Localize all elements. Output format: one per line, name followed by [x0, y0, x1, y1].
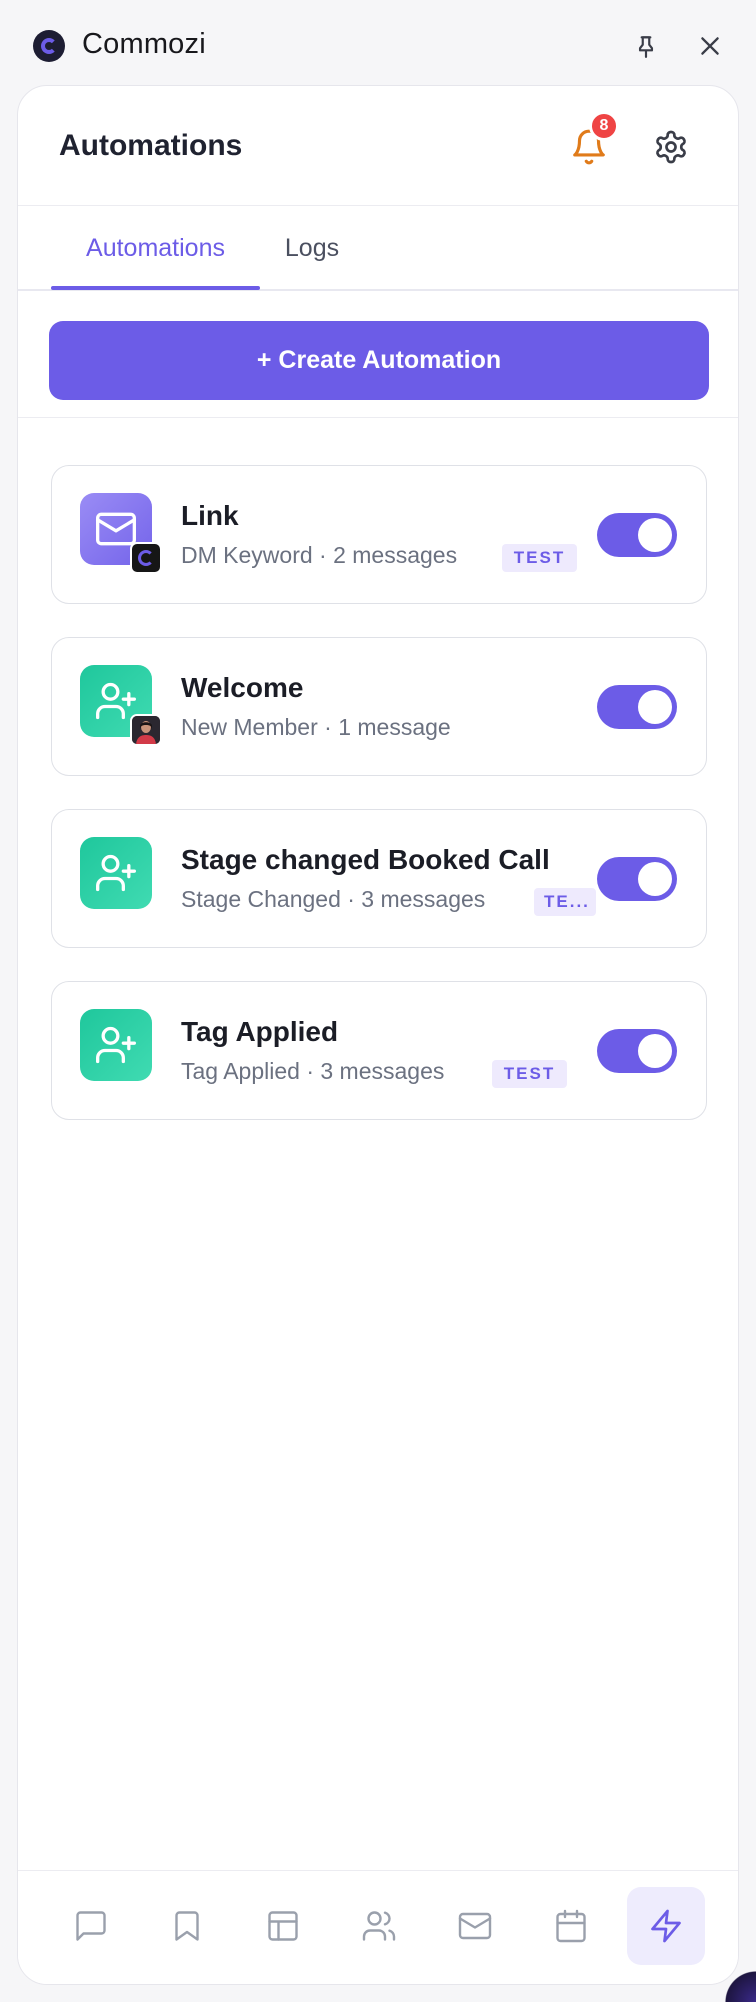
user-plus-icon — [96, 1026, 136, 1064]
test-badge: TE... — [534, 888, 596, 916]
tab-bar: Automations Logs — [18, 206, 738, 291]
bottom-nav — [18, 1870, 738, 1984]
pin-icon — [638, 36, 654, 58]
nav-layout[interactable] — [244, 1887, 322, 1965]
panel-header: Automations 8 — [18, 86, 738, 206]
page-title: Automations — [59, 129, 243, 162]
gear-icon — [656, 130, 686, 164]
enabled-toggle[interactable] — [597, 857, 677, 901]
automation-subtitle: Tag Applied · 3 messages — [181, 1058, 445, 1084]
app-window: Commozi Automations 8 Automations Logs +… — [0, 0, 756, 2002]
settings-button[interactable] — [646, 122, 696, 172]
bookmark-icon — [175, 1911, 199, 1941]
automation-type-icon — [80, 1009, 152, 1081]
create-automation-button[interactable]: + Create Automation — [49, 321, 709, 400]
tab-logs[interactable]: Logs — [268, 206, 356, 291]
nav-chat[interactable] — [52, 1887, 130, 1965]
enabled-toggle[interactable] — [597, 685, 677, 729]
automation-title: Link — [181, 500, 239, 531]
automation-card-stage-changed[interactable]: Stage changed Booked Call Stage Changed … — [51, 809, 707, 948]
nav-bookmarks[interactable] — [148, 1887, 226, 1965]
test-badge: TEST — [492, 1060, 567, 1088]
pin-button[interactable] — [628, 28, 664, 64]
automation-card-link[interactable]: Link DM Keyword · 2 messages TEST — [51, 465, 707, 604]
notification-count-badge: 8 — [589, 111, 619, 141]
layout-icon — [268, 1911, 298, 1941]
lightning-icon — [651, 1909, 681, 1943]
nav-calendar[interactable] — [532, 1887, 610, 1965]
enabled-toggle[interactable] — [597, 1029, 677, 1073]
title-bar: Commozi — [0, 0, 756, 86]
automation-subtitle: DM Keyword · 2 messages — [181, 542, 458, 568]
chat-icon — [76, 1911, 106, 1941]
window-corner-decoration — [716, 1962, 756, 2002]
tab-automations[interactable]: Automations — [51, 206, 260, 291]
test-badge: TEST — [502, 544, 577, 572]
automation-card-tag-applied[interactable]: Tag Applied Tag Applied · 3 messages TES… — [51, 981, 707, 1120]
automation-type-icon — [80, 837, 152, 909]
automation-subtitle: New Member · 1 message — [181, 714, 451, 740]
close-icon — [701, 37, 719, 55]
nav-mail[interactable] — [436, 1887, 514, 1965]
automation-card-welcome[interactable]: Welcome New Member · 1 message — [51, 637, 707, 776]
nav-contacts[interactable] — [340, 1887, 418, 1965]
users-icon — [362, 1911, 396, 1941]
enabled-toggle[interactable] — [597, 513, 677, 557]
app-logo-icon — [33, 30, 65, 62]
user-plus-icon — [96, 854, 136, 892]
mail-icon — [458, 1912, 492, 1940]
automation-title: Stage changed Booked Call — [181, 844, 550, 875]
main-panel: Automations 8 Automations Logs + Create … — [17, 85, 739, 1985]
automation-title: Welcome — [181, 672, 304, 703]
brand-logo-icon — [130, 542, 162, 574]
app-title: Commozi — [82, 28, 206, 60]
avatar — [130, 714, 162, 746]
nav-automations[interactable] — [627, 1887, 705, 1965]
avatar-image — [132, 716, 160, 744]
close-button[interactable] — [692, 28, 728, 64]
automation-title: Tag Applied — [181, 1016, 339, 1047]
active-tab-indicator — [51, 286, 260, 290]
automation-subtitle: Stage Changed · 3 messages — [181, 886, 486, 912]
calendar-icon — [556, 1909, 586, 1943]
